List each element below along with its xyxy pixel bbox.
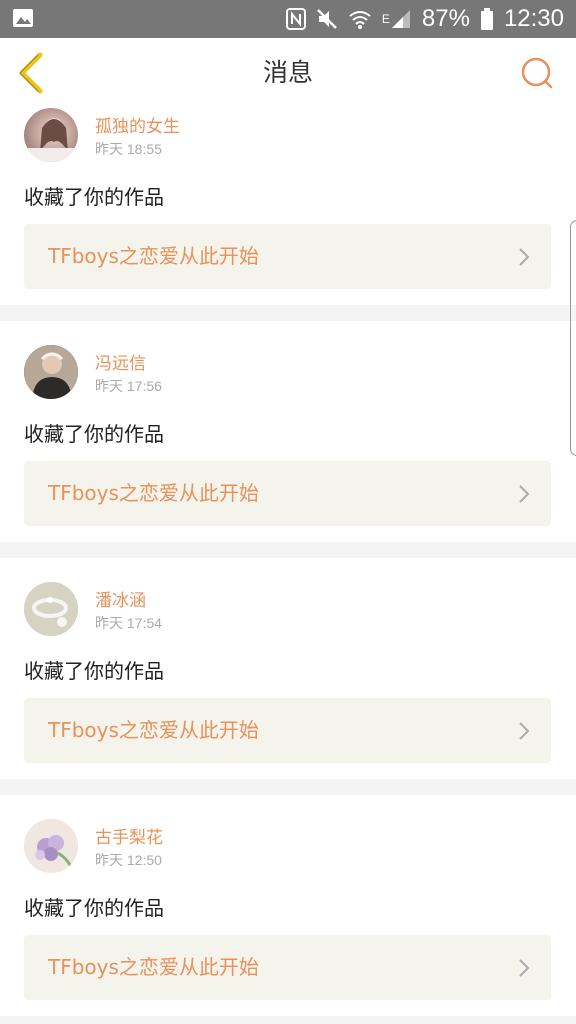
- avatar[interactable]: [24, 582, 78, 636]
- wifi-icon: [348, 8, 372, 30]
- battery-percent: 87%: [421, 5, 470, 32]
- avatar[interactable]: [24, 108, 78, 162]
- chevron-right-icon: [519, 959, 530, 977]
- network-type: E: [381, 12, 390, 26]
- username[interactable]: 古手梨花: [95, 823, 163, 848]
- avatar[interactable]: [24, 819, 78, 873]
- timestamp: 昨天 17:56: [95, 378, 162, 394]
- avatar[interactable]: [24, 345, 78, 399]
- action-text: 收藏了你的作品: [24, 659, 164, 683]
- work-link[interactable]: TFboys之恋爱从此开始: [24, 224, 551, 289]
- work-link[interactable]: TFboys之恋爱从此开始: [24, 698, 551, 763]
- battery-icon: [480, 8, 494, 30]
- notification-card: 潘冰涵 昨天 17:54 收藏了你的作品 TFboys之恋爱从此开始: [0, 558, 576, 779]
- timestamp: 昨天 17:54: [95, 615, 162, 631]
- chevron-right-icon: [519, 485, 530, 503]
- notification-card: 冯远信 昨天 17:56 收藏了你的作品 TFboys之恋爱从此开始: [0, 321, 576, 542]
- username[interactable]: 潘冰涵: [95, 586, 146, 611]
- username[interactable]: 孤独的女生: [95, 112, 180, 137]
- work-link[interactable]: TFboys之恋爱从此开始: [24, 935, 551, 1000]
- notification-card: 孤独的女生 昨天 18:55 收藏了你的作品 TFboys之恋爱从此开始: [0, 98, 576, 305]
- scrollbar[interactable]: [570, 220, 576, 456]
- timestamp: 昨天 18:55: [95, 141, 162, 157]
- timestamp: 昨天 12:50: [95, 852, 162, 868]
- notification-card: 古手梨花 昨天 12:50 收藏了你的作品 TFboys之恋爱从此开始: [0, 795, 576, 1016]
- status-bar: E 87% 12:30: [0, 0, 576, 38]
- clock: 12:30: [503, 5, 564, 32]
- work-title: TFboys之恋爱从此开始: [48, 718, 259, 742]
- mute-icon: [316, 8, 338, 30]
- gallery-icon: [12, 8, 34, 32]
- action-text: 收藏了你的作品: [24, 896, 164, 920]
- work-title: TFboys之恋爱从此开始: [48, 244, 259, 268]
- nfc-icon: [285, 8, 306, 30]
- username[interactable]: 冯远信: [95, 349, 146, 374]
- work-title: TFboys之恋爱从此开始: [48, 955, 259, 979]
- chevron-right-icon: [519, 248, 530, 266]
- work-title: TFboys之恋爱从此开始: [48, 481, 259, 505]
- search-icon: [521, 57, 553, 89]
- signal-icon: E: [382, 8, 412, 30]
- chevron-right-icon: [519, 722, 530, 740]
- action-text: 收藏了你的作品: [24, 185, 164, 209]
- search-button[interactable]: [520, 56, 554, 90]
- action-text: 收藏了你的作品: [24, 422, 164, 446]
- work-link[interactable]: TFboys之恋爱从此开始: [24, 461, 551, 526]
